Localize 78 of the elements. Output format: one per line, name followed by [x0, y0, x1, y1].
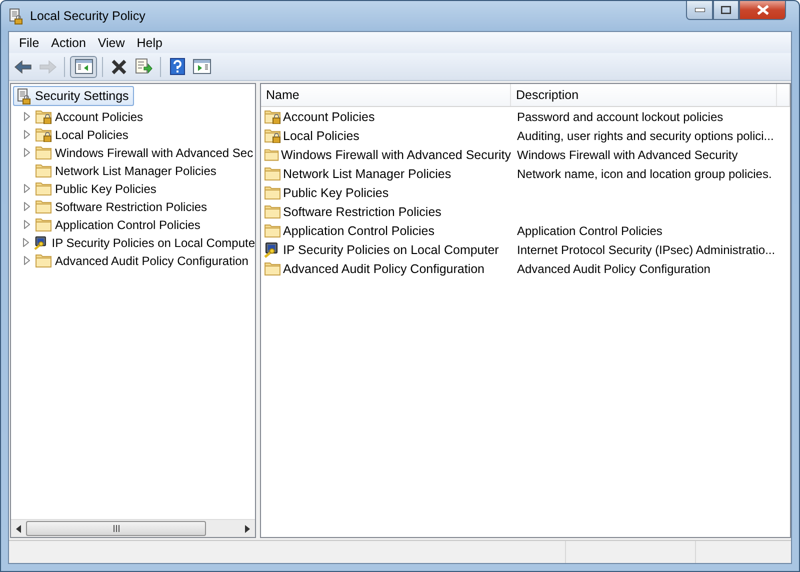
- menu-item[interactable]: View: [92, 36, 131, 50]
- tree-item[interactable]: Network List Manager Policies: [55, 164, 216, 178]
- maximize-icon: [721, 6, 731, 14]
- expand-arrow-icon[interactable]: [24, 184, 30, 193]
- horizontal-scrollbar[interactable]: [11, 519, 255, 537]
- table-cell[interactable]: Public Key Policies: [283, 186, 389, 200]
- table-cell[interactable]: Local Policies: [283, 128, 360, 142]
- document-lock-icon: [8, 8, 24, 24]
- help-icon: [170, 58, 184, 75]
- folder-icon: [35, 163, 52, 178]
- expand-arrow-icon[interactable]: [24, 130, 30, 139]
- expand-arrow-icon[interactable]: [24, 220, 30, 229]
- export-list-icon: [135, 58, 153, 75]
- folder-icon: [264, 261, 281, 276]
- expand-arrow-icon[interactable]: [24, 202, 30, 211]
- forward-arrow-icon: [39, 60, 57, 74]
- folder-icon: [264, 185, 281, 200]
- table-cell: Windows Firewall with Advanced Security: [517, 148, 738, 162]
- close-button[interactable]: [739, 1, 786, 20]
- tree-item[interactable]: IP Security Policies on Local Compute: [52, 236, 255, 250]
- back-arrow-icon: [14, 60, 32, 74]
- table-cell: Auditing, user rights and security options polici...: [517, 128, 774, 142]
- expand-arrow-icon[interactable]: [24, 148, 30, 157]
- folder-icon: [264, 147, 280, 162]
- locked-folder-icon: [35, 109, 52, 124]
- table-cell: Internet Protocol Security (IPsec) Administratio...: [517, 242, 776, 256]
- menu-item[interactable]: Help: [130, 36, 168, 50]
- scroll-left-icon[interactable]: [16, 524, 21, 532]
- close-icon: [756, 5, 768, 15]
- menu-item[interactable]: File: [13, 36, 46, 50]
- menu-item[interactable]: Action: [45, 36, 92, 50]
- locked-folder-icon: [264, 128, 281, 143]
- grip-icon: [112, 525, 120, 532]
- table-cell[interactable]: IP Security Policies on Local Computer: [283, 242, 499, 256]
- folder-icon: [264, 166, 281, 181]
- tree-item[interactable]: Local Policies: [55, 128, 128, 142]
- folder-icon: [35, 199, 52, 214]
- tree-item[interactable]: Account Policies: [55, 110, 144, 124]
- table-cell: Advanced Audit Policy Configuration: [517, 262, 710, 276]
- column-header[interactable]: Name: [261, 84, 511, 106]
- toolbar-button[interactable]: [70, 56, 97, 78]
- minimize-icon: [694, 8, 704, 12]
- minimize-button[interactable]: [686, 1, 713, 20]
- folder-icon: [35, 217, 52, 232]
- scroll-right-icon[interactable]: [245, 524, 250, 532]
- tree-item[interactable]: Windows Firewall with Advanced Sec: [55, 146, 254, 160]
- locked-folder-icon: [264, 109, 281, 124]
- expand-arrow-icon[interactable]: [24, 112, 30, 121]
- table-cell: Password and account lockout policies: [517, 110, 724, 124]
- table-cell[interactable]: Advanced Audit Policy Configuration: [283, 262, 485, 276]
- table-cell[interactable]: Application Control Policies: [283, 224, 434, 238]
- tree-item[interactable]: Public Key Policies: [55, 182, 156, 196]
- folder-icon: [35, 145, 52, 160]
- folder-icon: [35, 181, 52, 196]
- locked-folder-icon: [35, 127, 52, 142]
- console-tree-icon: [74, 59, 92, 74]
- tree-item[interactable]: Security Settings: [13, 86, 134, 106]
- folder-icon: [264, 223, 281, 238]
- delete-icon: [111, 58, 127, 74]
- folder-icon: [35, 253, 52, 268]
- tree-item[interactable]: Advanced Audit Policy Configuration: [55, 254, 248, 268]
- maximize-button[interactable]: [713, 1, 739, 20]
- window-title: Local Security Policy: [30, 9, 146, 23]
- table-cell[interactable]: Windows Firewall with Advanced Security: [281, 148, 511, 162]
- expand-arrow-icon[interactable]: [22, 238, 29, 247]
- table-cell[interactable]: Software Restriction Policies: [283, 204, 442, 218]
- expand-arrow-icon[interactable]: [24, 256, 30, 265]
- table-cell: Application Control Policies: [517, 224, 662, 238]
- tree-item[interactable]: Software Restriction Policies: [55, 200, 208, 214]
- table-cell: Network name, icon and location group policies.: [517, 166, 772, 180]
- folder-icon: [264, 204, 281, 219]
- table-cell[interactable]: Network List Manager Policies: [283, 166, 452, 180]
- tree-item[interactable]: Application Control Policies: [55, 218, 200, 232]
- action-pane-icon: [193, 59, 211, 74]
- table-cell[interactable]: Account Policies: [283, 110, 375, 124]
- document-lock-icon: [16, 88, 32, 104]
- computer-key-icon: [34, 234, 49, 250]
- column-header[interactable]: Description: [511, 84, 777, 106]
